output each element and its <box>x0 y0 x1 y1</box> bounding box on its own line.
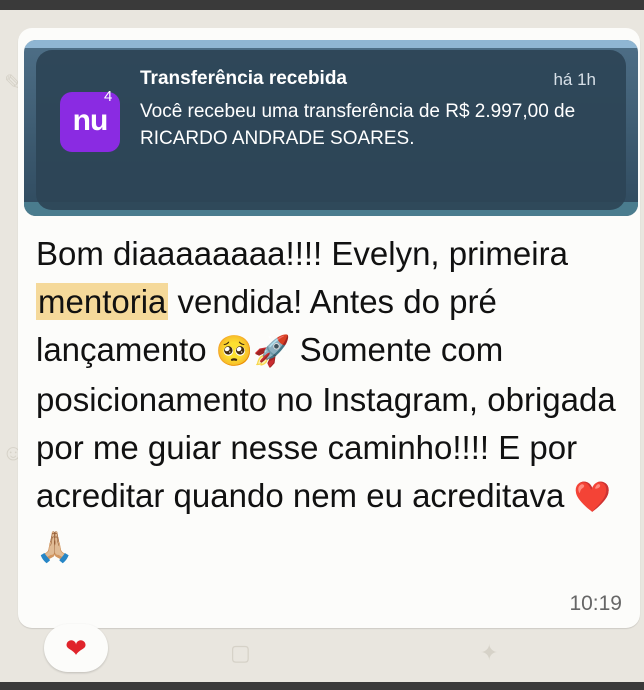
top-edge <box>0 0 644 10</box>
notification-title: Transferência recebida <box>140 68 347 89</box>
heart-icon: ❤ <box>65 633 87 663</box>
background-doodle-icon: ✦ <box>480 640 499 665</box>
pleading-rocket-emoji-icon: 🥺🚀 <box>215 334 291 369</box>
bottom-edge <box>0 682 644 690</box>
screenshot-sky <box>24 40 638 48</box>
message-text: Bom diaaaaaaaa!!!! Evelyn, primeira ment… <box>36 230 626 572</box>
notification-badge: 4 <box>104 88 113 105</box>
background-doodle-icon: ▢ <box>230 640 251 665</box>
message-part-1: Bom diaaaaaaaa!!!! Evelyn, primeira <box>36 235 568 272</box>
notification-body: Você recebeu uma transferência de R$ 2.9… <box>140 101 576 149</box>
notification-time: há 1h <box>553 70 596 89</box>
reaction-button[interactable]: ❤ <box>44 624 108 672</box>
highlighted-word: mentoria <box>36 283 169 320</box>
message-timestamp: 10:19 <box>569 592 622 615</box>
